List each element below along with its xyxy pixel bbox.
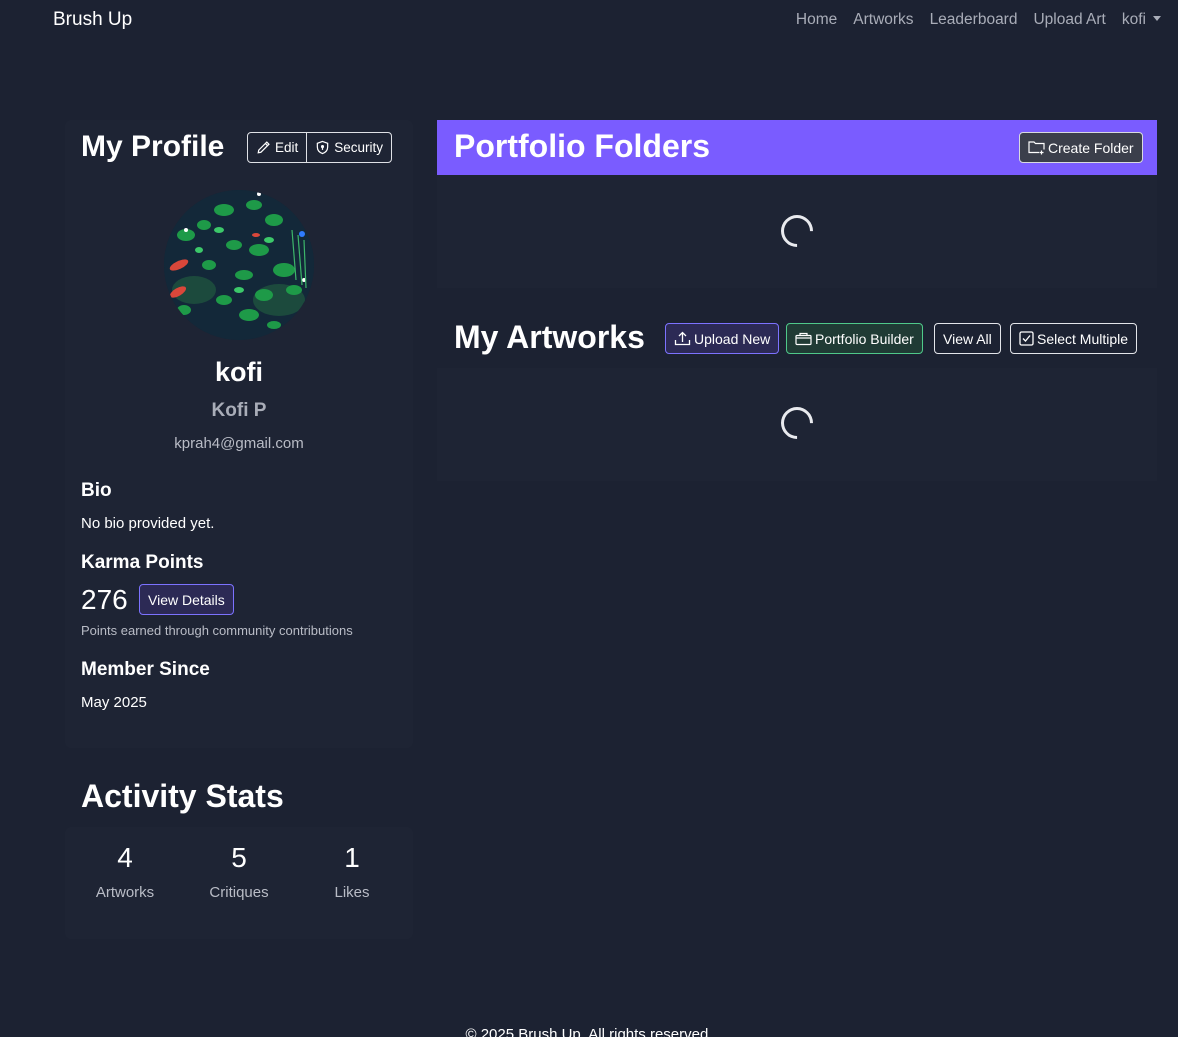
- stat-value: 5: [231, 842, 247, 873]
- bio-text: No bio provided yet.: [81, 515, 215, 532]
- profile-title: My Profile: [81, 130, 225, 163]
- my-artworks-title: My Artworks: [454, 319, 645, 355]
- karma-note: Points earned through community contribu…: [81, 623, 353, 638]
- security-button[interactable]: Security: [306, 133, 391, 162]
- avatar: [164, 190, 314, 340]
- nav-link-artworks[interactable]: Artworks: [853, 11, 913, 29]
- caret-down-icon: [1153, 16, 1161, 21]
- select-multiple-button[interactable]: Select Multiple: [1010, 323, 1138, 354]
- upload-new-button[interactable]: Upload New: [665, 323, 780, 354]
- karma-heading: Karma Points: [81, 552, 204, 573]
- karma-value: 276: [81, 584, 128, 615]
- view-details-button[interactable]: View Details: [139, 584, 234, 615]
- stat-value: 4: [117, 842, 133, 873]
- edit-profile-button[interactable]: Edit: [248, 133, 306, 162]
- upload-icon: [674, 331, 691, 346]
- member-since-heading: Member Since: [81, 659, 210, 680]
- nav-links: Home Artworks Leaderboard Upload Art kof…: [796, 11, 1161, 29]
- stat-artworks: 4 Artworks: [68, 840, 182, 901]
- stat-value: 1: [344, 842, 360, 873]
- activity-stats-title: Activity Stats: [81, 778, 284, 814]
- folder-plus-icon: [1028, 140, 1045, 155]
- portfolio-folders-title: Portfolio Folders: [454, 128, 710, 164]
- edit-label: Edit: [275, 140, 299, 155]
- select-multiple-label: Select Multiple: [1037, 330, 1129, 347]
- profile-username: kofi: [214, 357, 263, 387]
- stat-label: Artworks: [95, 884, 155, 901]
- pencil-icon: [256, 140, 271, 155]
- upload-new-label: Upload New: [694, 330, 771, 347]
- user-menu-label: kofi: [1121, 11, 1146, 28]
- nav-link-upload-art[interactable]: Upload Art: [1033, 11, 1105, 29]
- nav-link-home[interactable]: Home: [796, 11, 837, 29]
- security-label: Security: [334, 140, 384, 155]
- bio-heading: Bio: [81, 480, 112, 501]
- brand-logo[interactable]: Brush Up: [53, 9, 132, 31]
- profile-button-group: Edit Security: [247, 132, 393, 163]
- stat-label: Likes: [334, 884, 370, 901]
- view-all-button[interactable]: View All: [934, 323, 1001, 354]
- briefcase-icon: [795, 331, 812, 346]
- nav-link-leaderboard[interactable]: Leaderboard: [930, 11, 1018, 29]
- profile-email: kprah4@gmail.com: [174, 435, 304, 452]
- member-since-value: May 2025: [81, 694, 147, 711]
- stat-label: Critiques: [209, 884, 269, 901]
- user-menu-toggle[interactable]: kofi: [1122, 11, 1161, 29]
- shield-icon: [315, 140, 330, 155]
- footer-copyright: © 2025 Brush Up. All rights reserved.: [465, 1026, 713, 1037]
- check-square-icon: [1019, 331, 1034, 346]
- portfolio-builder-button[interactable]: Portfolio Builder: [786, 323, 923, 354]
- profile-full-name: Kofi P: [211, 400, 267, 421]
- stat-critiques: 5 Critiques: [182, 840, 296, 901]
- create-folder-label: Create Folder: [1048, 139, 1134, 156]
- create-folder-button[interactable]: Create Folder: [1019, 132, 1143, 163]
- stat-likes: 1 Likes: [295, 840, 409, 901]
- navbar: Brush Up Home Artworks Leaderboard Uploa…: [0, 0, 1178, 42]
- portfolio-builder-label: Portfolio Builder: [815, 330, 914, 347]
